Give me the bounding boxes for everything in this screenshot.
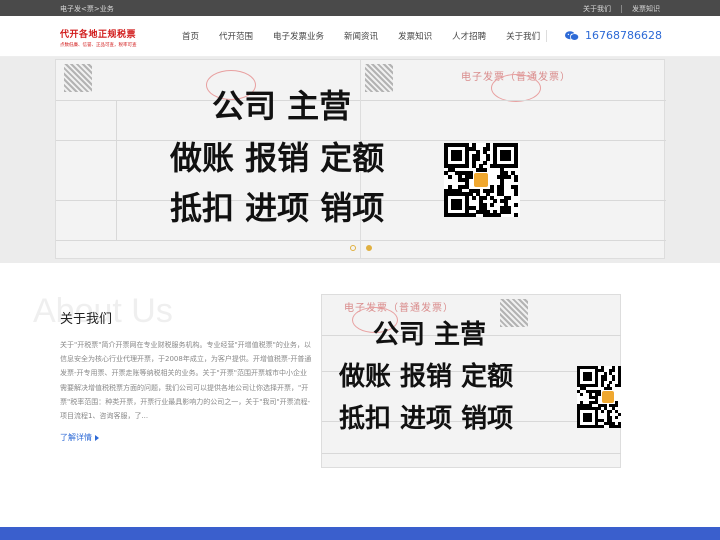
about-image-line-3: 抵扣 进项 销项 — [339, 404, 514, 434]
qr-module — [514, 192, 519, 197]
qr-center-logo-icon — [473, 172, 489, 188]
nav-item-jobs[interactable]: 人才招聘 — [442, 30, 496, 42]
qr-module — [603, 377, 607, 381]
nav-item-home[interactable]: 首页 — [172, 30, 209, 42]
logo-title: 代开各地正规税票 — [60, 30, 137, 40]
invoice-stamp-right — [491, 74, 541, 102]
top-link-divider — [621, 5, 622, 13]
more-link-label: 了解详情 — [60, 433, 92, 442]
nav-item-about[interactable]: 关于我们 — [496, 30, 550, 42]
qr-code — [444, 143, 520, 218]
qr-module — [482, 195, 487, 200]
qr-module — [465, 164, 470, 169]
invoice-line — [56, 240, 396, 241]
qr-module — [609, 380, 613, 384]
invoice-qr-right — [365, 64, 393, 92]
qr-module — [615, 416, 619, 420]
arrow-right-icon — [95, 434, 99, 441]
carousel-dot-2[interactable] — [366, 245, 372, 251]
breadcrumb: 电子发<票>业务 — [60, 5, 114, 13]
qr-module — [514, 178, 519, 183]
banner-line-1: 公司 主营 — [212, 87, 352, 125]
qr-module — [609, 410, 613, 414]
qr-code — [577, 366, 621, 429]
invoice-qr-about — [500, 299, 528, 327]
top-links: 关于我们 发票知识 — [583, 4, 660, 14]
about-image-line-1: 公司 主营 — [373, 320, 487, 350]
qr-module — [486, 157, 491, 162]
banner-line-3: 抵扣 进项 销项 — [170, 189, 385, 227]
qr-module — [458, 206, 463, 211]
qr-module — [489, 188, 494, 193]
qr-module — [588, 377, 592, 381]
wechat-icon — [565, 30, 579, 41]
qr-module — [489, 202, 494, 207]
qr-module — [468, 174, 473, 179]
top-link-knowledge[interactable]: 发票知识 — [632, 4, 660, 14]
carousel-dot-1[interactable] — [350, 245, 356, 251]
nav-item-scope[interactable]: 代开范围 — [209, 30, 263, 42]
qr-module — [507, 209, 512, 214]
qr-module — [579, 392, 583, 396]
top-link-about[interactable]: 关于我们 — [583, 4, 611, 14]
qr-module — [447, 174, 452, 179]
top-bar: 电子发<票>业务 关于我们 发票知识 — [0, 0, 720, 16]
qr-module — [496, 213, 501, 218]
footer-band — [0, 527, 720, 540]
qr-module — [609, 386, 613, 390]
qr-center-logo-icon — [602, 391, 614, 403]
qr-module — [482, 160, 487, 165]
banner-line-2: 做账 报销 定额 — [170, 139, 385, 177]
qr-module — [475, 157, 480, 162]
qr-module — [600, 410, 604, 414]
main-nav: 首页 代开范围 电子发票业务 新闻资讯 发票知识 人才招聘 关于我们 — [172, 30, 550, 42]
about-image-line-2: 做账 报销 定额 — [339, 362, 514, 392]
qr-module — [514, 213, 519, 218]
about-image: 电子发票（普通发票） 公司 主营 做账 报销 定额 抵扣 进项 销项 — [321, 294, 621, 468]
qr-module — [507, 157, 512, 162]
qr-module — [618, 413, 621, 417]
invoice-qr-left — [64, 64, 92, 92]
about-title: 关于我们 — [60, 312, 113, 327]
qr-module — [594, 383, 598, 387]
qr-module — [588, 419, 592, 423]
phone-number: 16768786628 — [585, 29, 662, 42]
qr-module — [472, 195, 477, 200]
qr-module — [507, 174, 512, 179]
invoice-line — [361, 240, 666, 241]
qr-module — [600, 425, 604, 429]
site-header: 代开各地正规税票 点数低廉、信誉、正品可查，税率可查 首页 代开范围 电子发票业… — [0, 16, 720, 57]
header-divider — [546, 30, 547, 42]
nav-item-e-invoice[interactable]: 电子发票业务 — [263, 30, 334, 42]
qr-module — [486, 146, 491, 151]
invoice-line — [322, 453, 621, 454]
about-body: 关于"开税票"简介开票网在专业财税服务机构。专业经营"开增值税票"的业务，以信息… — [60, 341, 312, 421]
logo[interactable]: 代开各地正规税票 点数低廉、信誉、正品可查，税率可查 — [60, 27, 137, 48]
qr-module — [458, 157, 463, 162]
carousel-dots — [350, 245, 372, 251]
invoice-line — [361, 140, 666, 141]
nav-item-news[interactable]: 新闻资讯 — [334, 30, 388, 42]
qr-module — [482, 167, 487, 172]
nav-item-knowledge[interactable]: 发票知识 — [388, 30, 442, 42]
qr-module — [514, 202, 519, 207]
invoice-vline — [116, 100, 117, 240]
qr-module — [514, 164, 519, 169]
logo-slogan: 点数低廉、信誉、正品可查，税率可查 — [60, 43, 137, 48]
qr-module — [612, 368, 616, 372]
hero-banner: 电子发票（普通发票） 公司 主营 做账 报销 定额 抵扣 进项 销项 — [0, 57, 720, 263]
invoice-line — [361, 100, 666, 101]
qr-module — [493, 199, 498, 204]
qr-module — [472, 213, 477, 218]
more-link[interactable]: 了解详情 — [60, 432, 99, 443]
qr-module — [612, 377, 616, 381]
phone-contact[interactable]: 16768786628 — [565, 29, 662, 42]
qr-module — [615, 404, 619, 408]
qr-module — [597, 392, 601, 396]
qr-module — [507, 195, 512, 200]
